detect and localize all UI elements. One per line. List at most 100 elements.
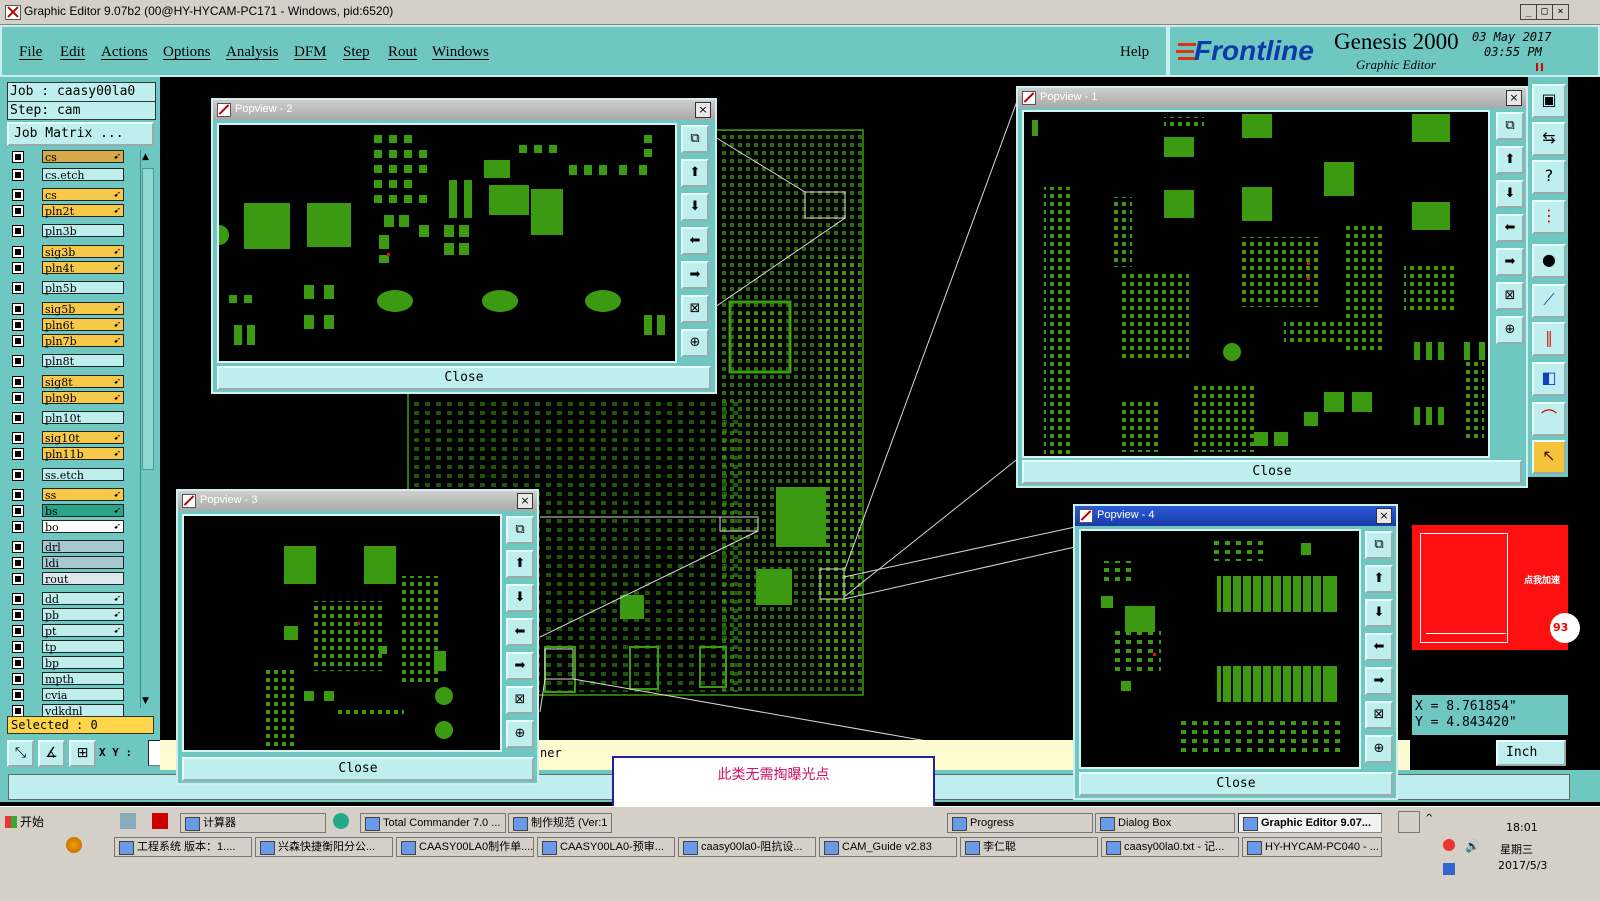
popview-4-canvas[interactable]	[1079, 529, 1361, 769]
taskbar-item[interactable]: 制作规范 (Ver:1	[508, 813, 612, 833]
layer-checkbox[interactable]	[12, 376, 24, 388]
pan-up-icon[interactable]: ⬆	[1496, 146, 1524, 174]
layer-name[interactable]: sig3b ➹	[42, 245, 124, 259]
layer-row[interactable]: cvia	[10, 688, 126, 702]
taskbar-item-active[interactable]: Graphic Editor 9.07...	[1238, 813, 1382, 833]
layer-checkbox[interactable]	[12, 448, 24, 460]
pan-left-icon[interactable]: ⬅	[681, 227, 709, 255]
layer-checkbox[interactable]	[12, 521, 24, 533]
layer-name[interactable]: pln7b ➹	[42, 334, 124, 348]
layer-checkbox[interactable]	[12, 392, 24, 404]
layer-affected-icon[interactable]: ➹	[113, 262, 121, 275]
layer-checkbox[interactable]	[12, 319, 24, 331]
layer-checkbox[interactable]	[12, 609, 24, 621]
layer-affected-icon[interactable]: ➹	[113, 489, 121, 502]
layer-name[interactable]: mpth	[42, 672, 124, 686]
layer-row[interactable]: pln4t ➹	[10, 261, 126, 275]
layer-checkbox[interactable]	[12, 673, 24, 685]
zoom-out-icon[interactable]: ⊠	[506, 686, 534, 714]
layer-name[interactable]: pt ➹	[42, 624, 124, 638]
layer-row[interactable]: dd ➹	[10, 592, 126, 606]
layer-name[interactable]: bp	[42, 656, 124, 670]
layer-name[interactable]: cs.etch	[42, 168, 124, 182]
popview-1-close-button[interactable]: Close	[1022, 460, 1522, 484]
layer-row[interactable]: pln3b	[10, 224, 126, 238]
zoom-in-icon[interactable]: ⊕	[681, 329, 709, 357]
window-icon[interactable]: ⧉	[506, 516, 534, 544]
layer-name[interactable]: dd ➹	[42, 592, 124, 606]
layer-checkbox[interactable]	[12, 151, 24, 163]
layer-checkbox[interactable]	[12, 469, 24, 481]
pan-down-icon[interactable]: ⬇	[506, 584, 534, 612]
pan-down-icon[interactable]: ⬇	[1496, 180, 1524, 208]
popview-1-close-icon[interactable]: ×	[1506, 90, 1522, 106]
arc-icon[interactable]: ⌒	[1532, 402, 1566, 436]
layer-checkbox[interactable]	[12, 169, 24, 181]
layer-row[interactable]: rout	[10, 572, 126, 586]
pan-right-icon[interactable]: ➡	[1496, 248, 1524, 276]
layer-name[interactable]: sig10t ➹	[42, 431, 124, 445]
layer-checkbox[interactable]	[12, 205, 24, 217]
layer-row[interactable]: cs.etch	[10, 168, 126, 182]
taskbar-item[interactable]: CAM_Guide v2.83	[819, 837, 957, 857]
layer-row[interactable]: sig5b ➹	[10, 302, 126, 316]
layer-name[interactable]: tp	[42, 640, 124, 654]
layer-affected-icon[interactable]: ➹	[113, 521, 121, 534]
layer-checkbox[interactable]	[12, 335, 24, 347]
pan-up-icon[interactable]: ⬆	[506, 550, 534, 578]
pan-down-icon[interactable]: ⬇	[1365, 599, 1393, 627]
snap-icon[interactable]: ⇆	[1532, 122, 1566, 156]
popview-1-titlebar[interactable]: Popview - 1 ×	[1018, 88, 1526, 108]
layer-checkbox[interactable]	[12, 489, 24, 501]
zoom-fit-icon[interactable]: ⤡	[7, 740, 34, 767]
layer-affected-icon[interactable]: ➹	[113, 625, 121, 638]
layer-checkbox[interactable]	[12, 689, 24, 701]
layer-row[interactable]: tp	[10, 640, 126, 654]
layer-affected-icon[interactable]: ➹	[113, 392, 121, 405]
line-icon[interactable]: ⟋	[1532, 284, 1566, 318]
layer-name[interactable]: rout	[42, 572, 124, 586]
layer-affected-icon[interactable]: ➹	[113, 448, 121, 461]
layer-affected-icon[interactable]: ➹	[113, 319, 121, 332]
taskbar-item[interactable]: 工程系统 版本：1....	[114, 837, 252, 857]
layer-checkbox[interactable]	[12, 541, 24, 553]
layer-name[interactable]: cs ➹	[42, 188, 124, 202]
popview-2-titlebar[interactable]: Popview - 2 ×	[213, 100, 715, 120]
layer-name[interactable]: sig5b ➹	[42, 302, 124, 316]
layer-name[interactable]: sig8t ➹	[42, 375, 124, 389]
popview-3-close-button[interactable]: Close	[182, 757, 534, 781]
layer-row[interactable]: pln9b ➹	[10, 391, 126, 405]
overlay-widget[interactable]: 点我加速 93	[1412, 525, 1580, 650]
layer-feature-icon[interactable]: ⋮	[1532, 200, 1566, 234]
layer-affected-icon[interactable]: ➹	[113, 432, 121, 445]
shapes-icon[interactable]: ◧	[1532, 362, 1566, 396]
layer-name[interactable]: ldi	[42, 556, 124, 570]
layer-checkbox[interactable]	[12, 641, 24, 653]
layer-checkbox[interactable]	[12, 573, 24, 585]
layer-affected-icon[interactable]: ➹	[113, 609, 121, 622]
layer-affected-icon[interactable]: ➹	[113, 376, 121, 389]
quicklaunch-icon[interactable]	[120, 813, 136, 829]
layer-checkbox[interactable]	[12, 355, 24, 367]
layer-affected-icon[interactable]: ➹	[113, 505, 121, 518]
menu-file[interactable]: File	[19, 44, 42, 61]
taskbar-item[interactable]: HY-HYCAM-PC040 - ...	[1242, 837, 1382, 857]
layer-name[interactable]: ss ➹	[42, 488, 124, 502]
layer-checkbox[interactable]	[12, 303, 24, 315]
layer-row[interactable]: pln2t ➹	[10, 204, 126, 218]
taskbar-item[interactable]: caasy00la0-阻抗设...	[678, 837, 816, 857]
layer-name[interactable]: pln10t	[42, 411, 124, 425]
zoom-in-icon[interactable]: ⊕	[1496, 316, 1524, 344]
popview-4-close-button[interactable]: Close	[1079, 772, 1393, 796]
display-icon[interactable]: ▣	[1532, 84, 1566, 118]
menu-windows[interactable]: Windows	[432, 44, 489, 61]
start-button[interactable]: 开始	[2, 811, 56, 833]
layer-name[interactable]: pln5b	[42, 281, 124, 295]
layer-name[interactable]: bs ➹	[42, 504, 124, 518]
taskbar-item[interactable]: 兴森快捷衡阳分公...	[255, 837, 393, 857]
layer-name[interactable]: pln9b ➹	[42, 391, 124, 405]
layer-name[interactable]: cs ➹	[42, 150, 124, 164]
window-icon[interactable]: ⧉	[681, 125, 709, 153]
layer-checkbox[interactable]	[12, 557, 24, 569]
taskbar-item[interactable]: Dialog Box	[1095, 813, 1235, 833]
